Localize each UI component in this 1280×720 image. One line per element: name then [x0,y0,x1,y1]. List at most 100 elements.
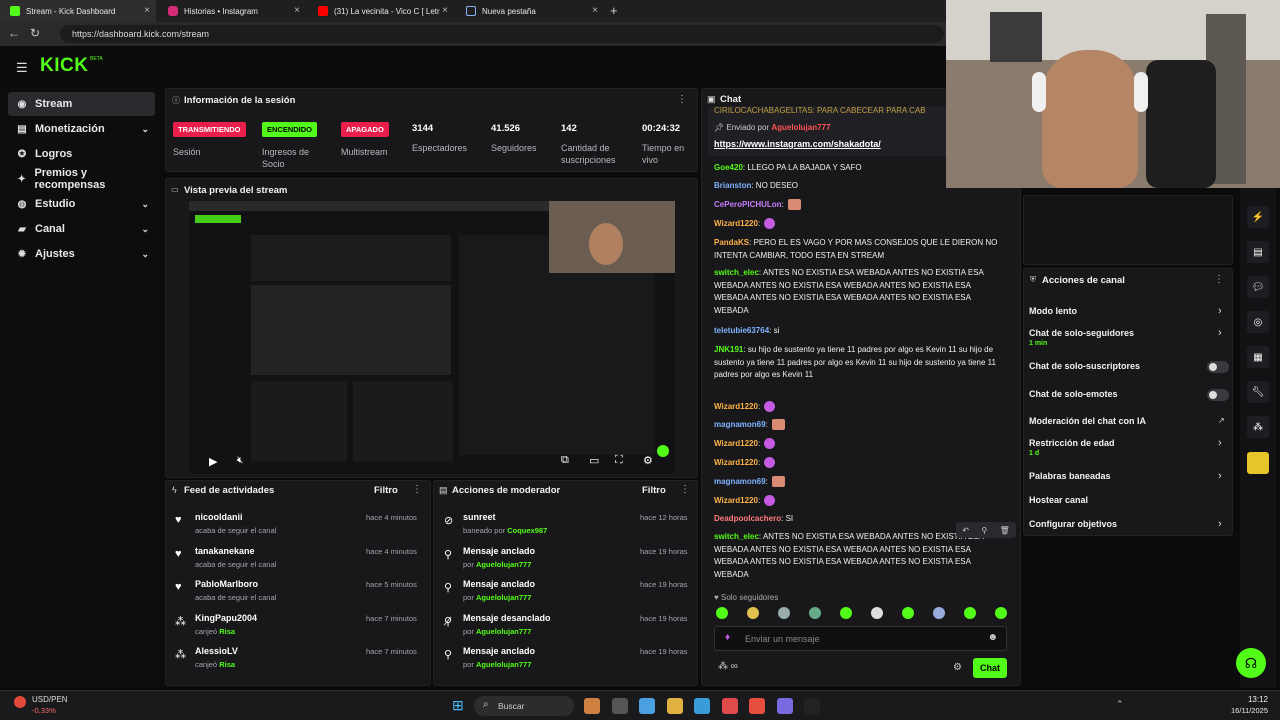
ticker-label[interactable]: USD/PEN [32,695,68,704]
chat-message[interactable]: CePeroPICHULon: [714,199,1006,212]
chat-username[interactable]: Wizard1220 [714,219,758,228]
channel-action-1[interactable]: Chat de solo-seguidores [1029,328,1134,338]
toggle-switch[interactable] [1207,389,1229,401]
chat-username[interactable]: Wizard1220 [714,439,758,448]
sidebar-item-ajustes[interactable]: ✹ Ajustes ⌄ [8,242,155,266]
channel-action-2[interactable]: Chat de solo-suscriptores [1029,361,1140,371]
stream-preview-video[interactable]: ▶ 🔇︎ ⧉ ▭ ⛶ ⚙ [189,201,675,474]
windows-start-icon[interactable]: ⊞ [452,697,464,714]
broadcast-icon[interactable]: ◎ [1247,311,1269,333]
quick-emote-icon[interactable] [778,607,790,619]
quick-emote-icon[interactable] [840,607,852,619]
chat-bubble-icon[interactable]: 💬︎ [1247,276,1269,298]
browser-tab-new[interactable]: Nueva pestaña × [456,0,604,22]
wrench-icon[interactable]: 🔧︎ [1247,381,1269,403]
channel-action-5[interactable]: Restricción de edad [1029,438,1115,448]
quick-emote-icon[interactable] [933,607,945,619]
more-options-icon[interactable]: ⋮ [680,484,690,495]
quick-emote-icon[interactable] [995,607,1007,619]
reply-icon[interactable]: ↶ [962,526,969,535]
chevron-right-icon[interactable]: › [1218,518,1222,530]
chevron-right-icon[interactable]: › [1218,305,1222,317]
gear-icon[interactable]: ⚙ [643,454,653,467]
more-options-icon[interactable]: ⋮ [677,94,687,105]
close-icon[interactable]: × [144,5,150,16]
chat-message[interactable]: Wizard1220: [714,495,1006,508]
chat-username[interactable]: PandaKS [714,238,749,247]
chat-username[interactable]: switch_elec [714,532,759,541]
taskbar-app-icon[interactable] [721,698,738,714]
channel-action-6[interactable]: Palabras baneadas [1029,471,1111,481]
chat-message[interactable]: PandaKS: PERO EL ES VAGO Y POR MAS CONSE… [714,237,1006,262]
chat-username[interactable]: JNK191 [714,345,743,354]
channel-action-0[interactable]: Modo lento [1029,306,1077,316]
chat-message[interactable]: switch_elec: ANTES NO EXISTIA ESA WEBADA… [714,267,1006,317]
tray-chevron-icon[interactable]: ⌃ [1116,699,1124,710]
chat-username[interactable]: magnamon69 [714,477,766,486]
points-icon[interactable]: ⁂ ∞ [718,661,738,672]
mod-item-name[interactable]: Mensaje desanclado [463,613,551,623]
help-icon[interactable]: ☊ [1236,648,1266,678]
chat-username[interactable]: teletubie63764 [714,326,769,335]
chat-message[interactable]: Wizard1220: [714,401,1006,414]
more-options-icon[interactable]: ⋮ [412,484,422,495]
chevron-right-icon[interactable]: › [1218,437,1222,449]
sidebar-item-canal[interactable]: ▰ Canal ⌄ [8,217,155,241]
pinned-link[interactable]: https://www.instagram.com/shakadota/ [714,139,881,149]
chat-username[interactable]: switch_elec [714,268,759,277]
chat-message[interactable]: switch_elec: ANTES NO EXISTIA ESA WEBADA… [714,531,1006,581]
new-tab-button[interactable]: + [610,3,618,18]
taskbar-app-icon[interactable] [611,698,628,714]
close-icon[interactable]: × [442,5,448,16]
kick-logo[interactable]: KICK [40,55,88,77]
quick-emote-icon[interactable] [716,607,728,619]
taskbar-app-icon[interactable] [694,698,710,714]
chat-settings-icon[interactable]: ⚙ [953,662,962,673]
toggle-switch[interactable] [1207,361,1229,373]
sidebar-item-premios[interactable]: ✦ Premios y recompensas [8,167,155,191]
lightning-icon[interactable]: ⚡ [1247,206,1269,228]
chat-message[interactable]: JNK191: su hijo de sustento ya tiene 11 … [714,344,1006,382]
more-options-icon[interactable]: ⋮ [1214,274,1224,285]
channel-action-3[interactable]: Chat de solo-emotes [1029,389,1118,399]
browser-tab-youtube[interactable]: (31) La vecinita - Vico C [ Letra ] - × [308,0,454,22]
chat-username[interactable]: magnamon69 [714,420,766,429]
close-icon[interactable]: × [592,5,598,16]
taskbar-app-icon[interactable] [804,698,820,714]
sidebar-item-stream[interactable]: ◉ Stream [8,92,155,116]
feed-item-name[interactable]: KingPapu2004 [195,613,257,623]
browser-tab-instagram[interactable]: Historias • Instagram × [158,0,306,22]
browser-tab-kick[interactable]: Stream - Kick Dashboard × [0,0,156,22]
chevron-right-icon[interactable]: › [1218,470,1222,482]
feed-item-name[interactable]: PabloMarlboro [195,579,258,589]
chat-username[interactable]: Deadpoolcachero [714,514,781,523]
notes-icon[interactable]: ▤ [1247,241,1269,263]
external-link-icon[interactable]: ↗ [1218,416,1225,425]
delete-icon[interactable]: 🗑︎ [1000,526,1010,535]
chat-message[interactable]: magnamon69: [714,476,1006,489]
quick-emote-icon[interactable] [747,607,759,619]
taskbar-app-icon[interactable] [776,698,793,714]
pinned-message[interactable]: CIRILOCACHABAGELITAS: PARA CABECEAR PARA… [708,106,948,156]
mod-item-name[interactable]: Mensaje anclado [463,646,535,656]
channel-action-4[interactable]: Moderación del chat con IA [1029,416,1146,426]
quick-emote-icon[interactable] [964,607,976,619]
close-icon[interactable]: × [294,5,300,16]
feed-item-name[interactable]: nicooldanii [195,512,243,522]
chat-message[interactable]: Wizard1220: [714,457,1006,470]
chat-message[interactable]: Wizard1220: [714,438,1006,451]
theater-icon[interactable]: ▭ [589,454,599,467]
channel-action-8[interactable]: Configurar objetivos [1029,519,1117,529]
clock-time[interactable]: 13:12 [1216,695,1268,704]
quick-emote-icon[interactable] [809,607,821,619]
chevron-right-icon[interactable]: › [1218,327,1222,339]
mod-item-name[interactable]: Mensaje anclado [463,546,535,556]
sidebar-item-estudio[interactable]: ◍ Estudio ⌄ [8,192,155,216]
mute-icon[interactable]: 🔇︎ [237,455,243,466]
share-icon[interactable]: ⁂ [1247,416,1269,438]
mod-item-name[interactable]: sunreet [463,512,496,522]
moderation-filter-button[interactable]: Filtro [642,485,666,496]
chat-message[interactable]: teletubie63764: si [714,325,1006,338]
sidebar-item-logros[interactable]: ✪ Logros [8,142,155,166]
taskbar-app-icon[interactable] [584,698,600,714]
